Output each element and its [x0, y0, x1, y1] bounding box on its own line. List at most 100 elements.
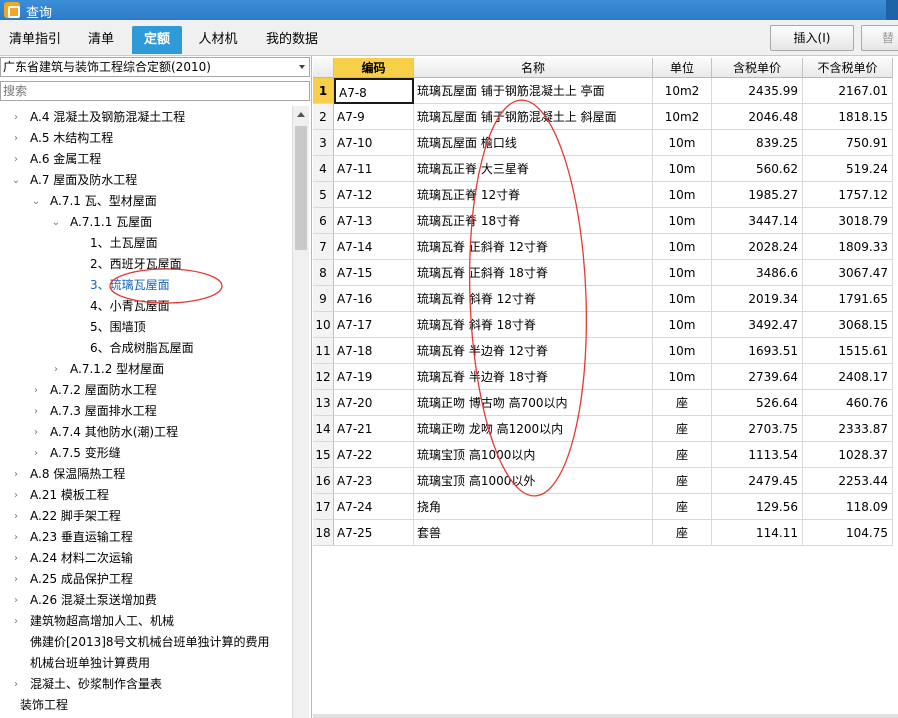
- tax-price-cell[interactable]: 526.64: [712, 390, 803, 416]
- unit-cell[interactable]: 座: [653, 390, 712, 416]
- unit-cell[interactable]: 座: [653, 494, 712, 520]
- tree-item[interactable]: › A.6 金属工程: [0, 149, 292, 170]
- code-cell[interactable]: A7-17: [334, 312, 414, 338]
- tax-price-cell[interactable]: 2739.64: [712, 364, 803, 390]
- row-number[interactable]: 11: [313, 338, 334, 364]
- chevron-right-icon[interactable]: ›: [10, 149, 22, 170]
- tree-item[interactable]: › 混凝土、砂浆制作含量表: [0, 674, 292, 695]
- notax-price-cell[interactable]: 2408.17: [803, 364, 893, 390]
- tree-item[interactable]: › A.7.4 其他防水(潮)工程: [0, 422, 292, 443]
- tax-price-cell[interactable]: 3492.47: [712, 312, 803, 338]
- tree-item[interactable]: 4、小青瓦屋面: [0, 296, 292, 317]
- code-cell[interactable]: A7-11: [334, 156, 414, 182]
- tax-price-cell[interactable]: 839.25: [712, 130, 803, 156]
- name-cell[interactable]: 琉璃瓦脊 斜脊 12寸脊: [414, 286, 653, 312]
- chevron-right-icon[interactable]: ›: [10, 611, 22, 632]
- code-cell[interactable]: A7-15: [334, 260, 414, 286]
- row-number[interactable]: 8: [313, 260, 334, 286]
- code-cell[interactable]: A7-14: [334, 234, 414, 260]
- row-number[interactable]: 3: [313, 130, 334, 156]
- grid-header-notax-price[interactable]: 不含税单价: [803, 58, 893, 78]
- tax-price-cell[interactable]: 3447.14: [712, 208, 803, 234]
- code-cell[interactable]: A7-9: [334, 104, 414, 130]
- row-number[interactable]: 12: [313, 364, 334, 390]
- unit-cell[interactable]: 10m: [653, 130, 712, 156]
- notax-price-cell[interactable]: 1028.37: [803, 442, 893, 468]
- chevron-right-icon[interactable]: ›: [10, 527, 22, 548]
- tree-item[interactable]: 佛建价[2013]8号文机械台班单独计算的费用: [0, 632, 292, 653]
- name-cell[interactable]: 琉璃瓦脊 半边脊 18寸脊: [414, 364, 653, 390]
- unit-cell[interactable]: 10m2: [653, 104, 712, 130]
- unit-cell[interactable]: 10m2: [653, 78, 712, 104]
- tree-item[interactable]: › A.5 木结构工程: [0, 128, 292, 149]
- row-number[interactable]: 15: [313, 442, 334, 468]
- notax-price-cell[interactable]: 750.91: [803, 130, 893, 156]
- code-cell[interactable]: A7-8: [334, 78, 414, 104]
- unit-cell[interactable]: 10m: [653, 208, 712, 234]
- tax-price-cell[interactable]: 129.56: [712, 494, 803, 520]
- tree-item[interactable]: › A.26 混凝土泵送增加费: [0, 590, 292, 611]
- notax-price-cell[interactable]: 1809.33: [803, 234, 893, 260]
- code-cell[interactable]: A7-12: [334, 182, 414, 208]
- unit-cell[interactable]: 10m: [653, 338, 712, 364]
- unit-cell[interactable]: 座: [653, 520, 712, 546]
- tree-item[interactable]: › A.4 混凝土及钢筋混凝土工程: [0, 107, 292, 128]
- tree-item[interactable]: › A.25 成品保护工程: [0, 569, 292, 590]
- chevron-right-icon[interactable]: ›: [30, 443, 42, 464]
- notax-price-cell[interactable]: 2253.44: [803, 468, 893, 494]
- notax-price-cell[interactable]: 1757.12: [803, 182, 893, 208]
- tree-item[interactable]: 2、西班牙瓦屋面: [0, 254, 292, 275]
- code-cell[interactable]: A7-22: [334, 442, 414, 468]
- chevron-right-icon[interactable]: ›: [10, 464, 22, 485]
- tax-price-cell[interactable]: 2028.24: [712, 234, 803, 260]
- code-cell[interactable]: A7-18: [334, 338, 414, 364]
- row-number[interactable]: 14: [313, 416, 334, 442]
- notax-price-cell[interactable]: 104.75: [803, 520, 893, 546]
- row-number[interactable]: 17: [313, 494, 334, 520]
- row-number[interactable]: 2: [313, 104, 334, 130]
- row-number[interactable]: 9: [313, 286, 334, 312]
- tree-item[interactable]: 1、土瓦屋面: [0, 233, 292, 254]
- tab-quota[interactable]: 定额: [132, 26, 182, 54]
- code-cell[interactable]: A7-23: [334, 468, 414, 494]
- search-input[interactable]: [0, 81, 310, 101]
- notax-price-cell[interactable]: 519.24: [803, 156, 893, 182]
- tree-item[interactable]: › A.7.3 屋面排水工程: [0, 401, 292, 422]
- name-cell[interactable]: 琉璃瓦脊 半边脊 12寸脊: [414, 338, 653, 364]
- row-number[interactable]: 6: [313, 208, 334, 234]
- unit-cell[interactable]: 10m: [653, 234, 712, 260]
- chevron-right-icon[interactable]: ›: [50, 359, 62, 380]
- row-number[interactable]: 18: [313, 520, 334, 546]
- name-cell[interactable]: 琉璃宝顶 高1000以内: [414, 442, 653, 468]
- unit-cell[interactable]: 座: [653, 416, 712, 442]
- code-cell[interactable]: A7-16: [334, 286, 414, 312]
- name-cell[interactable]: 琉璃正吻 博古吻 高700以内: [414, 390, 653, 416]
- unit-cell[interactable]: 10m: [653, 364, 712, 390]
- tax-price-cell[interactable]: 2479.45: [712, 468, 803, 494]
- replace-button[interactable]: 替: [861, 25, 898, 51]
- chevron-down-icon[interactable]: ⌄: [30, 191, 42, 212]
- notax-price-cell[interactable]: 460.76: [803, 390, 893, 416]
- name-cell[interactable]: 琉璃瓦脊 正斜脊 18寸脊: [414, 260, 653, 286]
- unit-cell[interactable]: 座: [653, 468, 712, 494]
- notax-price-cell[interactable]: 3067.47: [803, 260, 893, 286]
- notax-price-cell[interactable]: 3018.79: [803, 208, 893, 234]
- row-number[interactable]: 13: [313, 390, 334, 416]
- chevron-right-icon[interactable]: ›: [10, 548, 22, 569]
- row-number[interactable]: 1: [313, 78, 334, 104]
- row-number[interactable]: 5: [313, 182, 334, 208]
- chevron-down-icon[interactable]: [299, 65, 305, 69]
- tree-item[interactable]: › A.7.2 屋面防水工程: [0, 380, 292, 401]
- unit-cell[interactable]: 10m: [653, 260, 712, 286]
- tree-item[interactable]: › A.21 模板工程: [0, 485, 292, 506]
- name-cell[interactable]: 琉璃瓦屋面 铺于钢筋混凝土上 斜屋面: [414, 104, 653, 130]
- tax-price-cell[interactable]: 2046.48: [712, 104, 803, 130]
- tree-item[interactable]: ⌄ A.7.1.1 瓦屋面: [0, 212, 292, 233]
- chevron-right-icon[interactable]: ›: [10, 128, 22, 149]
- row-number[interactable]: 7: [313, 234, 334, 260]
- unit-cell[interactable]: 10m: [653, 312, 712, 338]
- code-cell[interactable]: A7-13: [334, 208, 414, 234]
- name-cell[interactable]: 琉璃瓦正脊 18寸脊: [414, 208, 653, 234]
- grid-header-code[interactable]: 编码: [334, 58, 414, 78]
- tree-item[interactable]: 3、琉璃瓦屋面: [0, 275, 292, 296]
